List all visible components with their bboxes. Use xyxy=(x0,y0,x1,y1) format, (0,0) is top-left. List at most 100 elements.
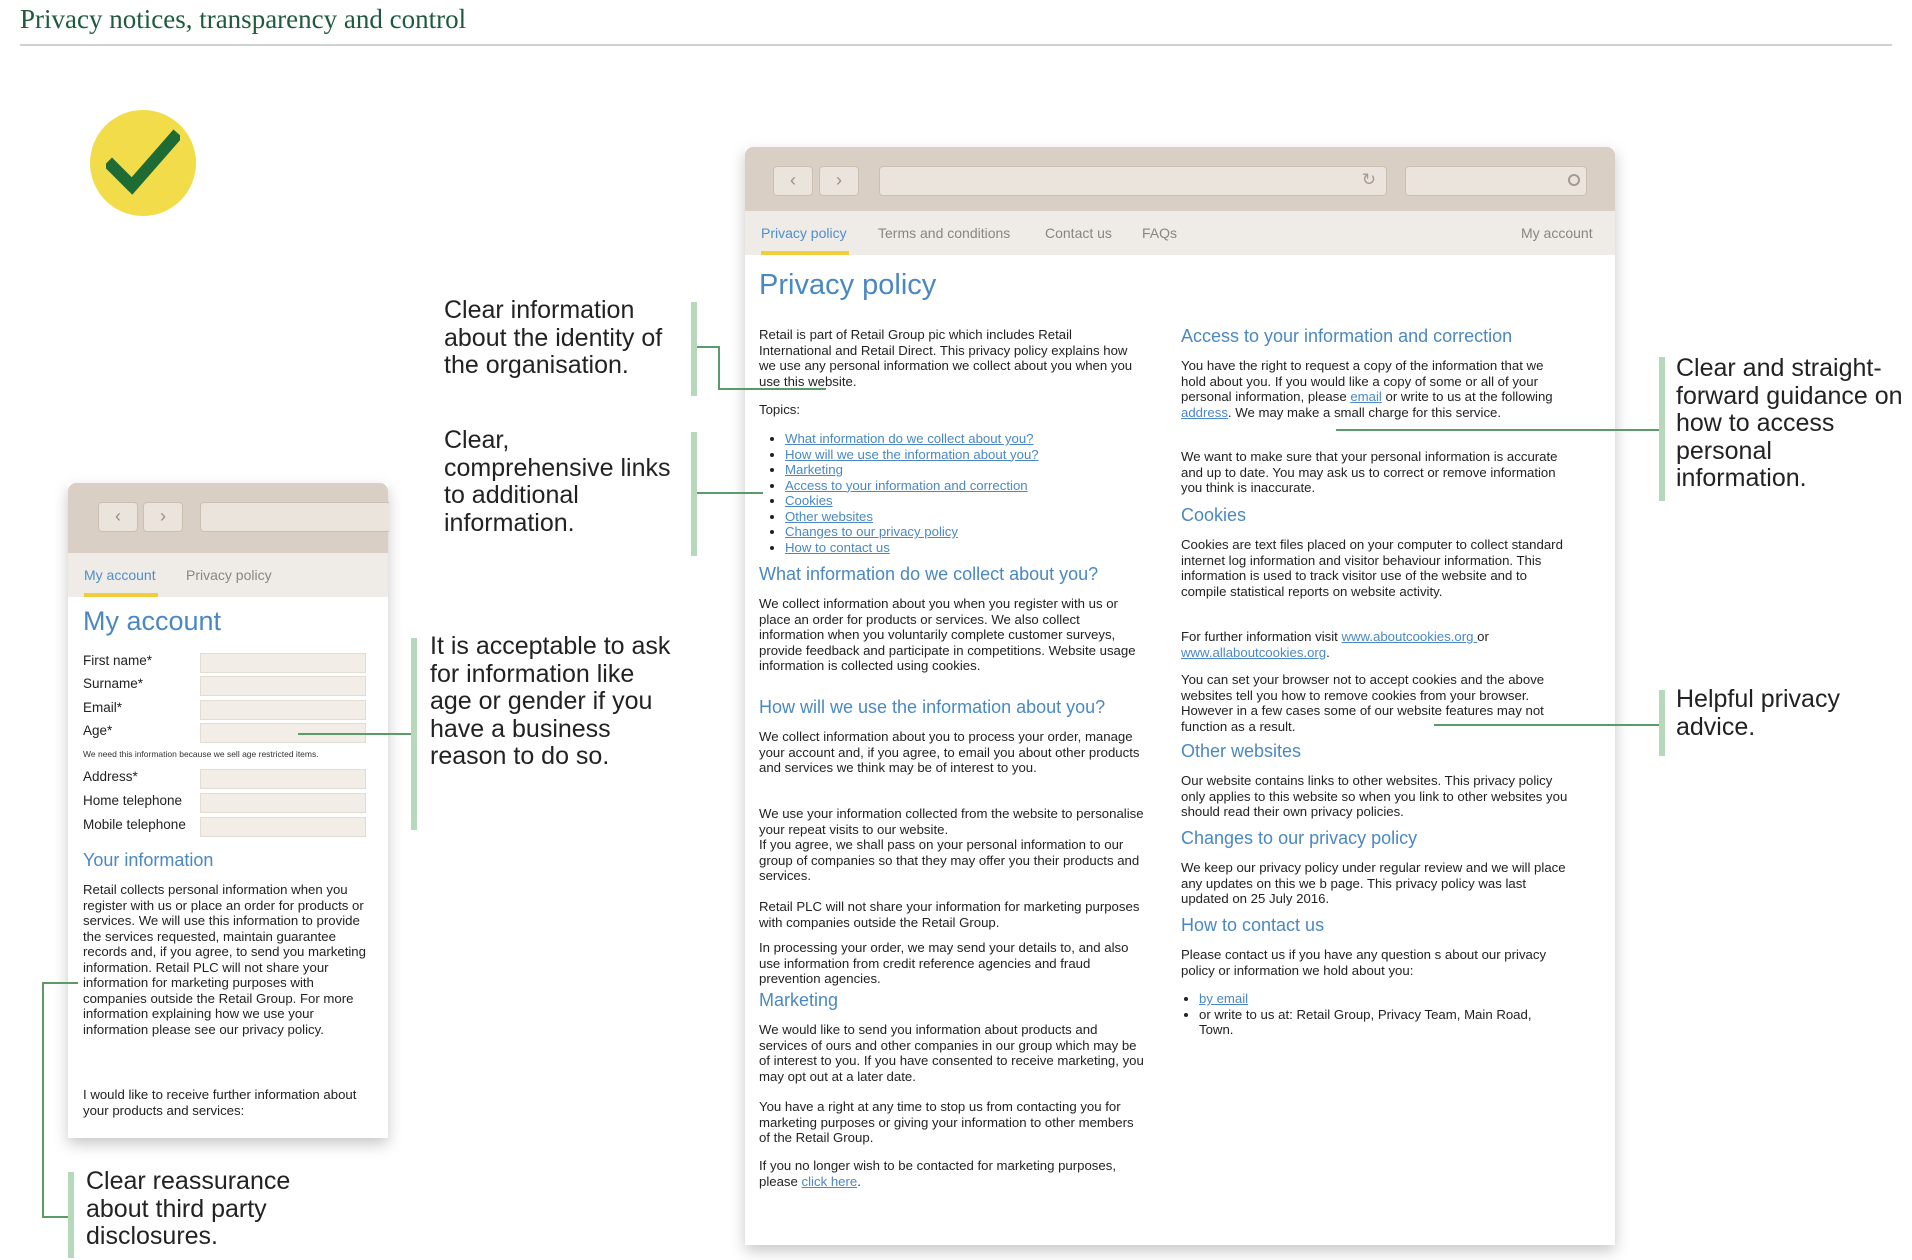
contact-heading: How to contact us xyxy=(1181,915,1325,935)
callout-bar xyxy=(691,432,697,556)
cookies-text-2: For further information visit www.aboutc… xyxy=(1181,629,1571,660)
access-text-2: We want to make sure that your personal … xyxy=(1181,449,1558,495)
tab-contact-us[interactable]: Contact us xyxy=(1045,225,1112,241)
topic-link[interactable]: Cookies xyxy=(785,493,833,508)
other-websites-heading: Other websites xyxy=(1181,741,1302,761)
further-information-text: I would like to receive further informat… xyxy=(83,1087,357,1118)
callout-bar xyxy=(411,638,417,830)
list-item: Access to your information and correctio… xyxy=(785,478,1145,494)
topic-link[interactable]: Marketing xyxy=(785,462,843,477)
title-divider xyxy=(20,44,1892,46)
connector-line xyxy=(697,492,763,494)
tab-terms[interactable]: Terms and conditions xyxy=(878,225,1010,241)
surname-input[interactable] xyxy=(200,676,366,696)
page-title: Privacy notices, transparency and contro… xyxy=(20,4,467,34)
marketing-text-2: You have a right at any time to stop us … xyxy=(759,1099,1134,1145)
topic-link[interactable]: How will we use the information about yo… xyxy=(785,447,1039,462)
callout-bar xyxy=(1659,357,1665,501)
your-information-text: Retail collects personal information whe… xyxy=(83,882,366,1037)
callout-age: It is acceptable to ask for information … xyxy=(430,632,671,770)
tab-my-account[interactable]: My account xyxy=(1521,225,1593,241)
contact-address: or write to us at: Retail Group, Privacy… xyxy=(1199,1006,1532,1038)
by-email-link[interactable]: by email xyxy=(1199,991,1248,1006)
mobile-telephone-input[interactable] xyxy=(200,817,366,837)
tab-my-account[interactable]: My account xyxy=(84,567,156,583)
click-here-link[interactable]: click here xyxy=(802,1174,858,1189)
home-telephone-input[interactable] xyxy=(200,793,366,813)
use-text-2b: If you agree, we shall pass on your pers… xyxy=(759,837,1140,883)
allaboutcookies-link[interactable]: www.allaboutcookies.org xyxy=(1181,645,1326,660)
use-text-2a: We use your information collected from t… xyxy=(759,806,1144,837)
cookies-text-2-mid: or xyxy=(1477,629,1489,644)
desktop-privacy-window: ‹ › ↻ Privacy policy Terms and condition… xyxy=(745,147,1615,1245)
tab-privacy-policy[interactable]: Privacy policy xyxy=(761,225,847,241)
callout-links: Clear, comprehensive links to additional… xyxy=(444,426,671,537)
marketing-text-3-post: . xyxy=(857,1173,861,1189)
topic-link[interactable]: How to contact us xyxy=(785,540,890,555)
mobile-browser-toolbar: ‹ › xyxy=(68,483,389,553)
chevron-right-icon: › xyxy=(836,170,842,190)
callout-identity: Clear information about the identity of … xyxy=(444,296,663,379)
email-link[interactable]: email xyxy=(1350,389,1382,404)
email-label: Email* xyxy=(83,700,123,715)
forward-button[interactable]: › xyxy=(819,166,859,196)
topic-link[interactable]: Access to your information and correctio… xyxy=(785,478,1028,493)
age-label: Age* xyxy=(83,723,113,738)
connector-line xyxy=(42,982,44,1216)
approved-badge xyxy=(90,110,196,216)
list-item: How will we use the information about yo… xyxy=(785,447,1145,463)
search-box[interactable] xyxy=(1405,166,1587,196)
connector-line xyxy=(1336,429,1659,431)
list-item: Other websites xyxy=(785,509,1145,525)
tab-privacy-policy[interactable]: Privacy policy xyxy=(186,567,272,583)
access-text-1: You have the right to request a copy of … xyxy=(1181,358,1571,420)
forward-button[interactable]: › xyxy=(143,502,183,532)
account-heading: My account xyxy=(83,606,222,636)
changes-heading: Changes to our privacy policy xyxy=(1181,828,1418,848)
callout-access: Clear and straight-forward guidance on h… xyxy=(1676,354,1903,492)
email-input[interactable] xyxy=(200,700,366,720)
callout-bar xyxy=(1659,690,1665,756)
list-item: Changes to our privacy policy xyxy=(785,524,1145,540)
collect-heading: What information do we collect about you… xyxy=(759,564,1099,584)
use-heading: How will we use the information about yo… xyxy=(759,697,1106,717)
list-item: Cookies xyxy=(785,493,1145,509)
contact-list: by email or write to us at: Retail Group… xyxy=(1181,991,1559,1038)
callout-advice: Helpful privacy advice. xyxy=(1676,685,1840,741)
privacy-policy-heading: Privacy policy xyxy=(759,269,937,301)
aboutcookies-link[interactable]: www.aboutcookies.org xyxy=(1342,629,1478,644)
desktop-tab-bar: Privacy policy Terms and conditions Cont… xyxy=(745,211,1615,255)
topic-link[interactable]: Other websites xyxy=(785,509,873,524)
access-text-1b: or write to us at the following xyxy=(1381,389,1553,404)
topic-link[interactable]: What information do we collect about you… xyxy=(785,431,1034,446)
mobile-tab-bar: My account Privacy policy xyxy=(68,553,388,597)
mobile-telephone-label: Mobile telephone xyxy=(83,817,186,832)
cookies-text-1: Cookies are text files placed on your co… xyxy=(1181,537,1563,599)
first-name-input[interactable] xyxy=(200,653,366,673)
connector-line xyxy=(298,733,411,735)
tab-faqs[interactable]: FAQs xyxy=(1142,225,1177,241)
address-input[interactable] xyxy=(200,769,366,789)
cookies-text-2-post: . xyxy=(1326,644,1330,660)
access-heading: Access to your information and correctio… xyxy=(1181,326,1513,346)
address-bar[interactable] xyxy=(200,502,389,532)
access-text-1c: . We may make a small charge for this se… xyxy=(1227,404,1502,420)
topic-link[interactable]: Changes to our privacy policy xyxy=(785,524,958,539)
connector-line xyxy=(42,982,78,984)
first-name-label: First name* xyxy=(83,653,153,668)
use-text-1: We collect information about you to proc… xyxy=(759,729,1140,775)
list-item: by email xyxy=(1199,991,1559,1007)
list-item: What information do we collect about you… xyxy=(785,431,1145,447)
back-button[interactable]: ‹ xyxy=(773,166,813,196)
reload-icon[interactable]: ↻ xyxy=(1362,170,1376,190)
address-bar[interactable]: ↻ xyxy=(879,166,1387,196)
home-telephone-label: Home telephone xyxy=(83,793,183,808)
surname-label: Surname* xyxy=(83,676,144,691)
address-link[interactable]: address xyxy=(1181,405,1228,420)
back-button[interactable]: ‹ xyxy=(98,502,138,532)
chevron-right-icon: › xyxy=(160,506,166,526)
connector-line xyxy=(718,388,826,390)
marketing-text-1: We would like to send you information ab… xyxy=(759,1022,1144,1084)
marketing-text-3: If you no longer wish to be contacted fo… xyxy=(759,1158,1144,1189)
search-icon xyxy=(1568,174,1580,186)
